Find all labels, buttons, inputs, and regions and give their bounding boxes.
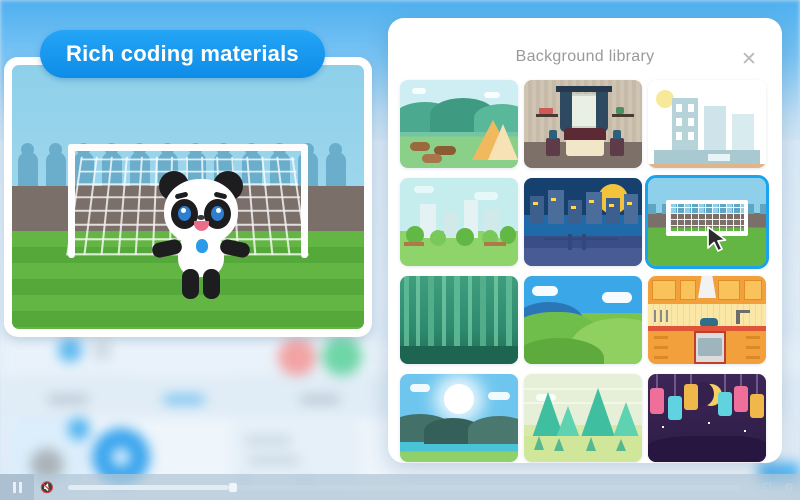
promo-badge-label: Rich coding materials — [66, 41, 299, 66]
close-icon[interactable]: ✕ — [738, 48, 760, 70]
camping-lake-thumbnail[interactable] — [400, 80, 518, 168]
progress-handle[interactable] — [229, 482, 238, 492]
background-thumbnail-grid — [400, 80, 772, 462]
panda-sprite[interactable] — [151, 170, 252, 301]
background-library-dialog: Background library ✕ — [388, 18, 782, 463]
progress-fill — [68, 484, 230, 490]
pine-valley-thumbnail[interactable] — [524, 374, 642, 462]
video-player-bar: 🔇 ☐ ⚙ — [0, 474, 800, 500]
settings-icon[interactable]: ⚙ — [778, 474, 800, 500]
mouse-cursor-icon — [707, 226, 727, 252]
green-hills-thumbnail[interactable] — [524, 276, 642, 364]
kitchen-thumbnail[interactable] — [648, 276, 766, 364]
progress-bar[interactable] — [68, 482, 740, 492]
lantern-night-thumbnail[interactable] — [648, 374, 766, 462]
city-park-thumbnail[interactable] — [400, 178, 518, 266]
mute-icon[interactable]: 🔇 — [34, 474, 60, 500]
city-night-thumbnail[interactable] — [524, 178, 642, 266]
city-day-thumbnail[interactable] — [648, 80, 766, 168]
soccer-field-thumbnail[interactable] — [645, 175, 769, 269]
bamboo-forest-thumbnail[interactable] — [400, 276, 518, 364]
app-root: Rich coding materials Background library… — [0, 0, 800, 500]
stage-preview[interactable] — [12, 65, 364, 329]
pause-icon[interactable] — [0, 474, 34, 500]
dialog-title: Background library — [515, 48, 655, 65]
fullscreen-icon[interactable]: ☐ — [756, 474, 778, 500]
sunrise-lake-thumbnail[interactable] — [400, 374, 518, 462]
promo-badge: Rich coding materials — [40, 30, 325, 78]
bedroom-thumbnail[interactable] — [524, 80, 642, 168]
